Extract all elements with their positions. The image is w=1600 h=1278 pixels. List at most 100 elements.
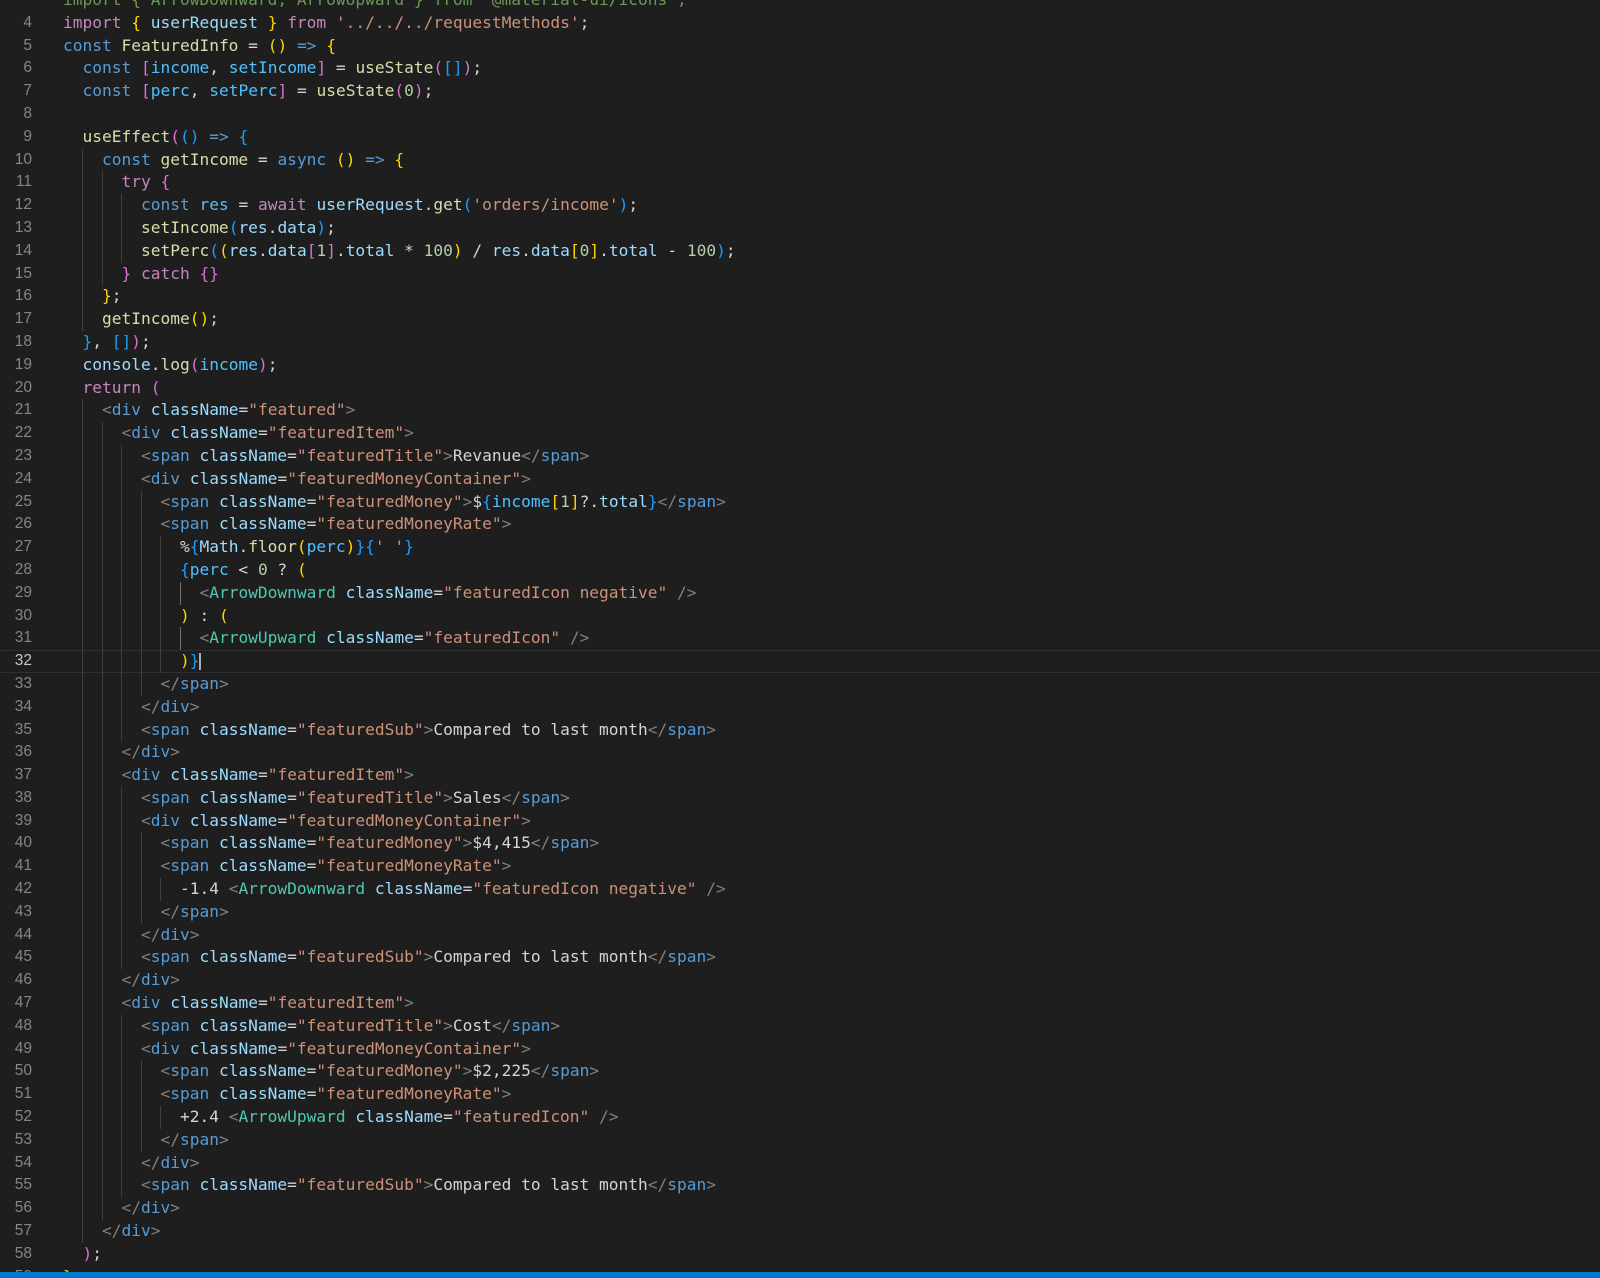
- code-token: className: [170, 423, 258, 443]
- code-line[interactable]: 39 <div className="featuredMoneyContaine…: [0, 809, 1600, 833]
- code-line[interactable]: 27 %{Math.floor(perc)}{' '}: [0, 536, 1600, 559]
- indent-guide: [121, 650, 123, 673]
- code-token: 0: [404, 81, 414, 101]
- code-line[interactable]: 16 };: [0, 285, 1600, 309]
- code-line[interactable]: 30 ) : (: [0, 604, 1600, 628]
- code-line[interactable]: 53 </span>: [0, 1128, 1600, 1152]
- code-token: {: [365, 537, 375, 557]
- code-line[interactable]: 17 getIncome();: [0, 308, 1600, 331]
- code-text: <ArrowUpward className="featuredIcon" />: [63, 627, 589, 651]
- code-token: <: [160, 491, 171, 511]
- code-line[interactable]: 58 );: [0, 1243, 1600, 1266]
- code-line[interactable]: 6 const [income, setIncome] = useState([…: [0, 57, 1600, 80]
- line-number: 41: [14, 857, 32, 875]
- code-line[interactable]: 54 </div>: [0, 1151, 1600, 1175]
- code-line[interactable]: 15 } catch {}: [0, 262, 1600, 286]
- code-line[interactable]: 42 -1.4 <ArrowDownward className="featur…: [0, 878, 1600, 901]
- code-token: const: [82, 58, 132, 78]
- code-line[interactable]: 4 import { userRequest } from '../../../r…: [0, 12, 1600, 35]
- code-line[interactable]: 18 }, []);: [0, 331, 1600, 354]
- code-line[interactable]: 9 useEffect(() => {: [0, 126, 1600, 149]
- code-line[interactable]: 5 const FeaturedInfo = () => {: [0, 35, 1600, 58]
- code-line[interactable]: 11 try {: [0, 171, 1600, 195]
- indent-guide: [82, 171, 84, 195]
- code-token: >: [150, 1221, 161, 1241]
- code-token: </: [160, 1129, 180, 1149]
- code-line[interactable]: 7 const [perc, setPerc] = useState(0);: [0, 80, 1600, 103]
- code-text: {perc < 0 ? (: [63, 558, 307, 582]
- code-token: span: [667, 1175, 707, 1195]
- code-line[interactable]: 45 <span className="featuredSub">Compare…: [0, 946, 1600, 970]
- code-line[interactable]: 48 <span className="featuredTitle">Cost<…: [0, 1014, 1600, 1038]
- line-number: 6: [23, 59, 32, 77]
- editor-lines[interactable]: import { ArrowDownward, ArrowUpward } fr…: [0, 0, 1600, 1278]
- code-line[interactable]: 55 <span className="featuredSub">Compare…: [0, 1174, 1600, 1198]
- code-token: =: [306, 833, 317, 853]
- code-token: total: [599, 491, 648, 511]
- code-line[interactable]: 40 <span className="featuredMoney">$4,41…: [0, 832, 1600, 856]
- code-line[interactable]: 26 <span className="featuredMoneyRate">: [0, 513, 1600, 537]
- code-line[interactable]: 35 <span className="featuredSub">Compare…: [0, 718, 1600, 742]
- code-line[interactable]: 31 <ArrowUpward className="featuredIcon"…: [0, 627, 1600, 651]
- code-line[interactable]: 51 <span className="featuredMoneyRate">: [0, 1083, 1600, 1107]
- code-line[interactable]: 49 <div className="featuredMoneyContaine…: [0, 1037, 1600, 1061]
- code-line[interactable]: 14 setPerc((res.data[1].total * 100) / r…: [0, 239, 1600, 263]
- indent-guide: [101, 581, 103, 605]
- code-token: useState: [316, 81, 395, 101]
- code-line[interactable]: 12 const res = await userRequest.get('or…: [0, 194, 1600, 217]
- code-token: div: [131, 765, 161, 785]
- code-line[interactable]: 22 <div className="featuredItem">: [0, 422, 1600, 445]
- code-line[interactable]: 19 console.log(income);: [0, 354, 1600, 377]
- code-line[interactable]: import { ArrowDownward, ArrowUpward } fr…: [0, 0, 1600, 12]
- code-line[interactable]: 33 </span>: [0, 672, 1600, 696]
- indent-guide: [82, 878, 84, 901]
- code-line[interactable]: 32 )}: [0, 650, 1600, 673]
- code-line[interactable]: 13 setIncome(res.data);: [0, 216, 1600, 240]
- code-editor[interactable]: import { ArrowDownward, ArrowUpward } fr…: [0, 0, 1600, 1278]
- code-token: {: [482, 491, 492, 511]
- code-line[interactable]: 21 <div className="featured">: [0, 399, 1600, 423]
- code-line[interactable]: 46 </div>: [0, 969, 1600, 993]
- code-token: Compared to last month: [433, 947, 648, 967]
- code-token: className: [326, 628, 414, 648]
- code-line[interactable]: 10 const getIncome = async () => {: [0, 148, 1600, 172]
- code-token: >: [716, 491, 726, 511]
- code-line[interactable]: 36 </div>: [0, 741, 1600, 765]
- code-text: </div>: [63, 923, 199, 947]
- code-token: ): [199, 309, 210, 329]
- code-line[interactable]: 57 </div>: [0, 1220, 1600, 1243]
- code-token: import { ArrowDownward, ArrowUpward } fr…: [63, 0, 706, 9]
- code-line[interactable]: 29 <ArrowDownward className="featuredIco…: [0, 581, 1600, 605]
- code-line[interactable]: 25 <span className="featuredMoney">${inc…: [0, 490, 1600, 514]
- code-line[interactable]: 41 <span className="featuredMoneyRate">: [0, 855, 1600, 879]
- code-line[interactable]: 38 <span className="featuredTitle">Sales…: [0, 786, 1600, 810]
- indent-guide: [101, 855, 103, 879]
- line-number: 56: [14, 1199, 32, 1217]
- code-line[interactable]: 24 <div className="featuredMoneyContaine…: [0, 467, 1600, 491]
- code-token: }: [189, 651, 200, 671]
- code-token: console: [82, 354, 151, 374]
- code-line[interactable]: 44 </div>: [0, 923, 1600, 947]
- indent-guide: [82, 1106, 84, 1129]
- code-line[interactable]: 43 </span>: [0, 900, 1600, 924]
- line-number: 31: [14, 629, 32, 647]
- code-line[interactable]: 52 +2.4 <ArrowUpward className="featured…: [0, 1106, 1600, 1129]
- code-line[interactable]: 23 <span className="featuredTitle">Revan…: [0, 444, 1600, 468]
- code-token: (: [296, 537, 307, 557]
- code-token: </: [647, 719, 668, 739]
- indent-guide: [121, 855, 123, 879]
- code-line[interactable]: 56 </div>: [0, 1197, 1600, 1221]
- indent-guide: [82, 216, 84, 240]
- code-line[interactable]: 28 {perc < 0 ? (: [0, 558, 1600, 582]
- code-line[interactable]: 50 <span className="featuredMoney">$2,22…: [0, 1060, 1600, 1084]
- code-token: try: [121, 172, 151, 192]
- code-line[interactable]: 8: [0, 103, 1600, 126]
- code-token: </: [501, 787, 522, 807]
- code-token: return: [82, 377, 141, 397]
- code-line[interactable]: 34 </div>: [0, 695, 1600, 719]
- code-line[interactable]: 37 <div className="featuredItem">: [0, 764, 1600, 787]
- code-line[interactable]: 47 <div className="featuredItem">: [0, 992, 1600, 1015]
- code-line[interactable]: 20 return (: [0, 377, 1600, 400]
